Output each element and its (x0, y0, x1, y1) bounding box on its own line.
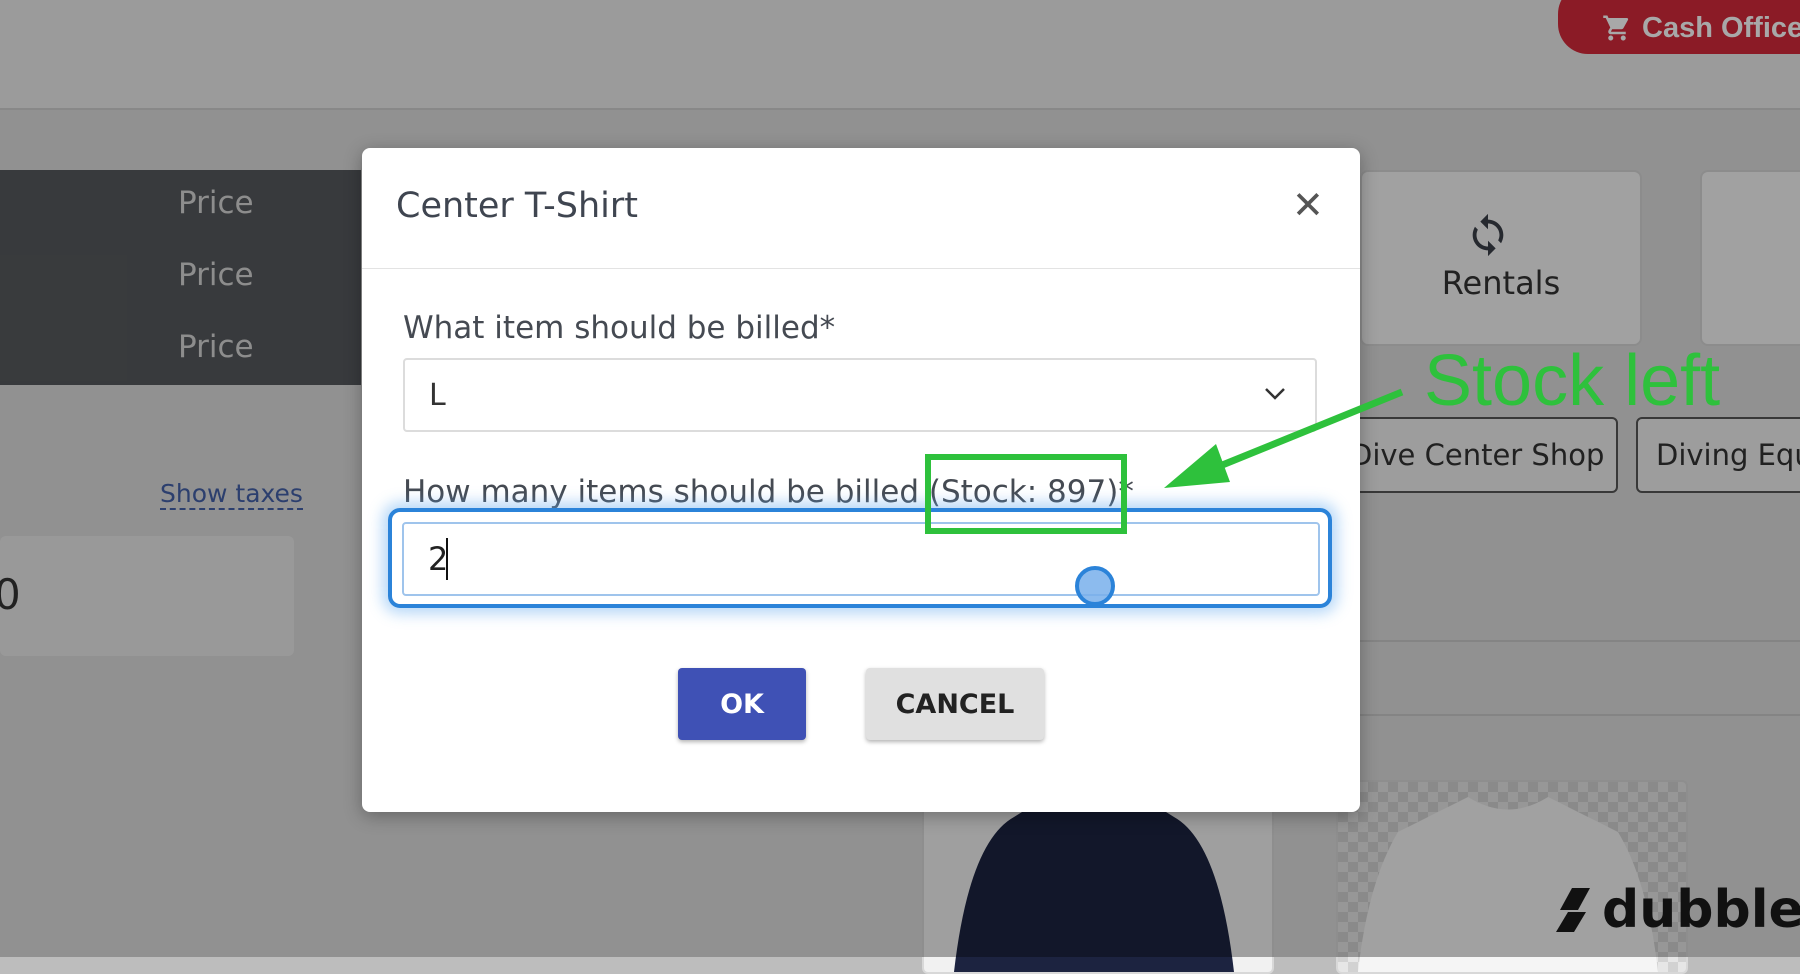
dialog-divider (362, 268, 1360, 269)
dubble-watermark: dubble (1552, 880, 1800, 940)
quantity-label-text: How many items should be billed (403, 474, 929, 510)
item-field-label: What item should be billed* (403, 310, 836, 346)
ok-button[interactable]: OK (678, 668, 806, 740)
item-select-value: L (429, 378, 446, 413)
dialog-title: Center T-Shirt (396, 186, 638, 226)
click-cursor-indicator (1075, 566, 1115, 606)
cancel-button[interactable]: CANCEL (866, 668, 1044, 740)
quantity-input[interactable] (402, 522, 1320, 596)
stock-highlight-box (925, 454, 1127, 534)
annotation-arrow (1164, 388, 1404, 488)
close-icon[interactable]: ✕ (1292, 186, 1324, 224)
dubble-logo-text: dubble (1602, 880, 1800, 940)
annotation-label: Stock left (1424, 341, 1721, 421)
text-caret (446, 538, 448, 580)
dubble-logo-icon (1556, 888, 1590, 932)
